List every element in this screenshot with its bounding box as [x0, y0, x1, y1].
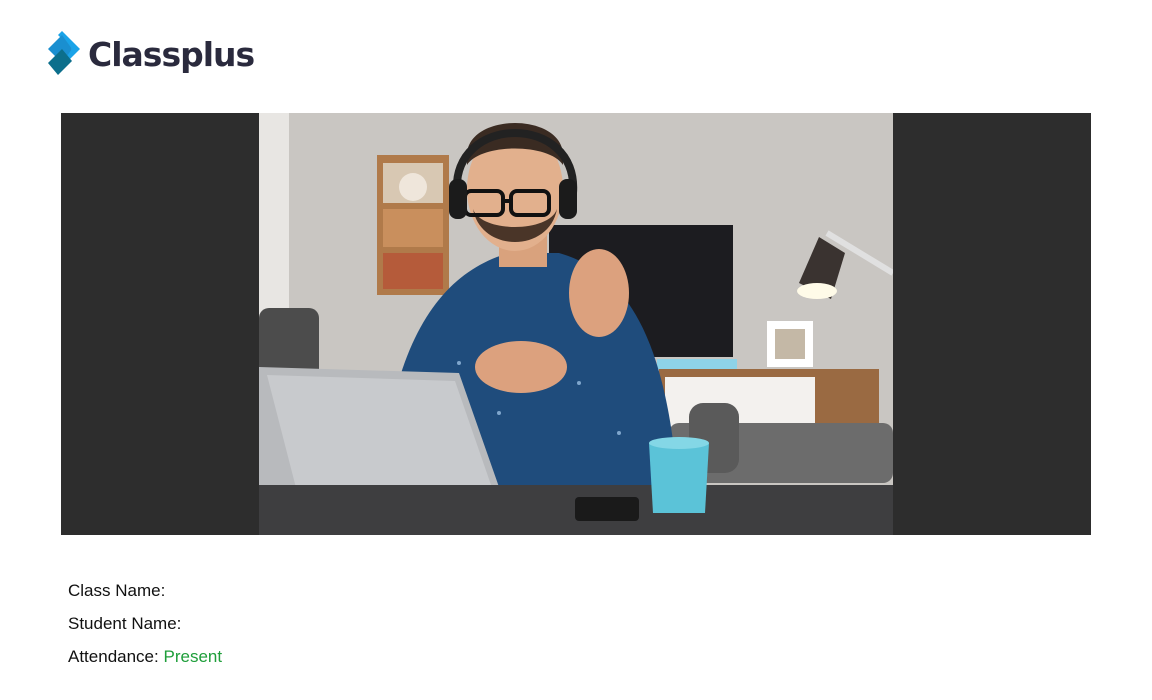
attendance-label: Attendance:	[68, 647, 159, 666]
student-name-row: Student Name:	[68, 607, 222, 640]
brand-header: Classplus	[48, 30, 255, 78]
man-with-headphones-on-video-call-icon	[259, 113, 893, 535]
brand-name: Classplus	[88, 34, 255, 74]
classplus-logo-icon	[48, 31, 80, 75]
attendance-status: Present	[163, 647, 223, 666]
attendance-row: Attendance: Present	[68, 640, 222, 673]
session-details: Class Name: Student Name: Attendance: Pr…	[68, 574, 222, 673]
student-name-label: Student Name:	[68, 614, 182, 633]
class-name-label: Class Name:	[68, 581, 166, 600]
class-name-row: Class Name:	[68, 574, 222, 607]
video-call-photo	[259, 113, 893, 535]
media-frame	[61, 113, 1091, 535]
